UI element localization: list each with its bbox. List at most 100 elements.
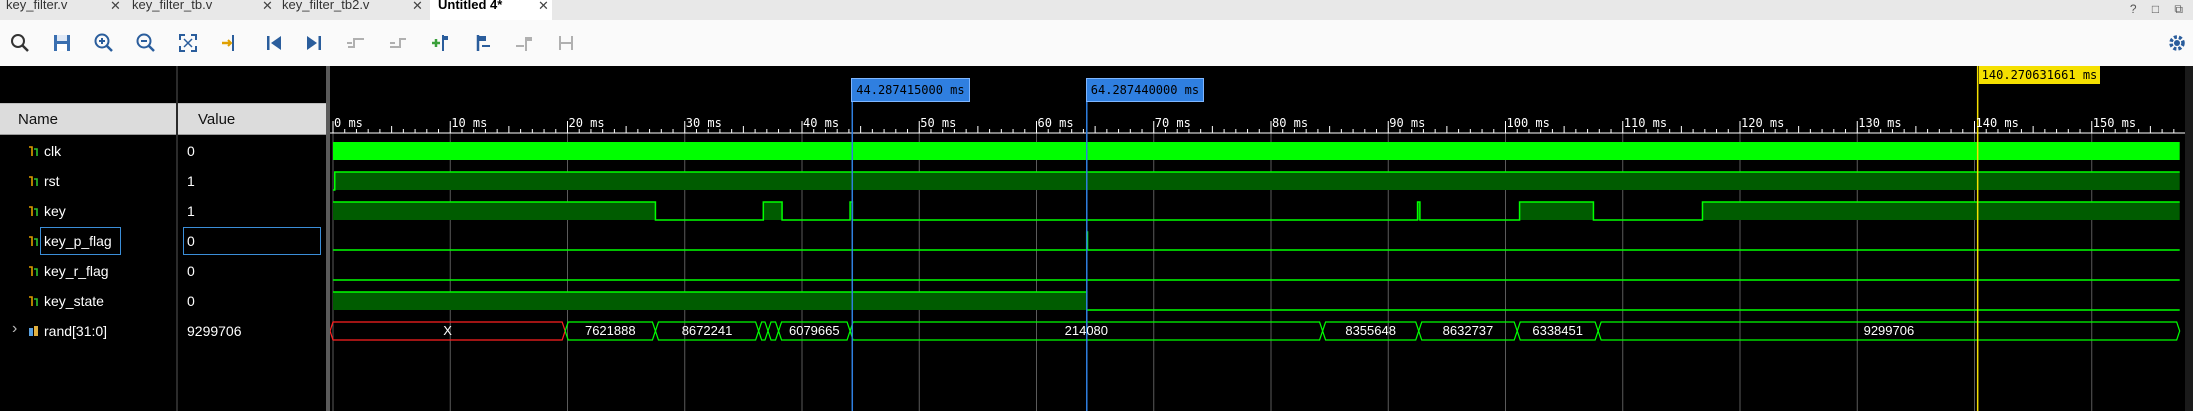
rst-wave-high-fill [334,172,2180,190]
time-tick-label: 100 ms [1506,116,1550,130]
settings-icon[interactable] [2165,31,2189,55]
zoom-out-icon[interactable] [134,31,158,55]
signal-row-key-r-flag[interactable]: key_r_flag [0,256,176,286]
tab-label: Untitled 4* [438,0,503,12]
time-tick-label: 60 ms [1037,116,1074,130]
time-tick-label: 130 ms [1858,116,1902,130]
signal-name-label: key_state [44,293,104,309]
window-controls[interactable]: ? □ ⧉ [2130,2,2189,17]
time-tick-label: 50 ms [920,116,957,130]
go-to-last-time-icon[interactable] [302,31,326,55]
go-to-cursor-icon[interactable] [218,31,242,55]
signal-value-cell[interactable]: 0 [178,256,326,286]
signal-row-rst[interactable]: rst [0,166,176,196]
bit-signal-icon [28,205,38,218]
time-tick-label: 110 ms [1623,116,1668,130]
time-tick-label: 90 ms [1389,116,1426,130]
key-wave-high-fill [333,202,656,220]
time-tick-label: 120 ms [1741,116,1785,130]
search-icon[interactable] [8,31,32,55]
toolbar [0,20,2193,67]
signal-value-text: 9299706 [187,323,242,339]
bus-signal-icon [28,325,38,338]
close-icon[interactable]: ✕ [412,0,423,13]
vertical-scrollbar [2185,66,2193,411]
value-column-header[interactable]: Value [178,103,326,135]
signal-name-label: key [44,203,66,219]
save-icon[interactable] [50,31,74,55]
time-tick-label: 140 ms [1975,116,2019,130]
marker-time-label[interactable]: 140.270631661 ms [1978,66,2101,84]
key-wave-high-fill [763,202,783,220]
signal-name-label: rst [44,173,60,189]
add-marker-icon[interactable] [428,31,452,55]
close-icon[interactable]: ✕ [262,0,273,13]
key-wave-high-fill [1702,202,2180,220]
signal-name-label: clk [44,143,62,159]
bus-segment [757,321,769,341]
bus-value-label: 8355648 [1345,323,1396,338]
name-column-header[interactable]: Name [0,103,176,135]
cursor-time-label[interactable]: 44.287415000 ms [851,78,970,102]
signal-value-cell[interactable]: 0 [178,286,326,316]
signal-value-cell[interactable]: 9299706 [178,316,326,346]
time-tick-label: 20 ms [568,116,605,130]
bus-value-label: 6079665 [788,323,840,338]
signal-value-cell[interactable]: 1 [178,196,326,226]
time-tick-label: 10 ms [451,116,488,130]
tab-label: key_filter_tb.v [132,0,213,12]
next-transition-icon[interactable] [386,31,410,55]
time-tick-label: 150 ms [2092,116,2137,130]
tab-label: key_filter.v [6,0,68,12]
zoom-fit-icon[interactable] [176,31,200,55]
signal-row-rand-31-0[interactable]: › rand[31:0] [0,316,176,346]
signal-value-cell[interactable]: 0 [178,136,326,166]
previous-marker-icon[interactable] [470,31,494,55]
value-header-label: Value [198,111,236,128]
next-marker-icon[interactable] [512,31,536,55]
signal-names-panel: Name clk rst key key_p_flag key_r_flag key_st… [0,66,176,411]
tab-untitled-4[interactable]: Untitled 4* ✕ [430,0,552,20]
bus-segment [767,321,780,341]
key-p-flag-wave [333,231,2180,251]
bus-value-label: 9299706 [1863,323,1915,338]
zoom-in-icon[interactable] [92,31,116,55]
selected-name-highlight [40,227,121,255]
bit-signal-icon [28,265,38,278]
tab-key-filter-tb-v[interactable]: key_filter_tb.v ✕ [128,0,278,20]
tab-bar: key_filter.v ✕ key_filter_tb.v ✕ key_fil… [0,0,2193,21]
bus-value-label: 8672241 [681,323,733,338]
signal-values-panel: Value 0 1 1 0 0 0 9299706 [178,66,326,411]
signal-row-key-state[interactable]: key_state [0,286,176,316]
previous-transition-icon[interactable] [344,31,368,55]
swap-cursors-icon[interactable] [554,31,578,55]
tab-key-filter-v[interactable]: key_filter.v ✕ [0,0,128,20]
signal-value-cell[interactable]: 1 [178,166,326,196]
signal-value-text: 0 [187,143,195,159]
bus-value-label: 8632737 [1442,323,1494,338]
signal-value-text: 1 [187,203,195,219]
expand-chevron-icon[interactable]: › [12,320,17,338]
time-tick-label: 0 ms [334,116,363,130]
selected-value-highlight [183,227,321,255]
go-to-time-zero-icon[interactable] [262,31,286,55]
close-icon[interactable]: ✕ [110,0,121,13]
time-tick-label: 40 ms [803,116,840,130]
name-header-label: Name [18,111,59,128]
signal-row-clk[interactable]: clk [0,136,176,166]
time-tick-label: 80 ms [1272,116,1309,130]
bit-signal-icon [28,145,38,158]
tab-label: key_filter_tb2.v [282,0,370,12]
waveform-area[interactable]: 0 ms 10 ms 20 ms 30 ms 40 ms 50 ms 60 ms 70 ms 8… [330,66,2193,411]
signal-value-text: 0 [187,263,195,279]
signal-value-text: 1 [187,173,195,189]
tab-key-filter-tb2-v[interactable]: key_filter_tb2.v ✕ [278,0,430,20]
signal-row-key[interactable]: key [0,196,176,226]
key-wave-high-fill [1519,202,1594,220]
signal-value-text: 0 [187,293,195,309]
time-tick-label: 30 ms [685,116,722,130]
time-tick-label: 70 ms [1154,116,1191,130]
cursor-time-label[interactable]: 64.287440000 ms [1085,78,1205,102]
key-state-wave-high-fill [333,292,1087,310]
close-icon[interactable]: ✕ [538,0,549,13]
